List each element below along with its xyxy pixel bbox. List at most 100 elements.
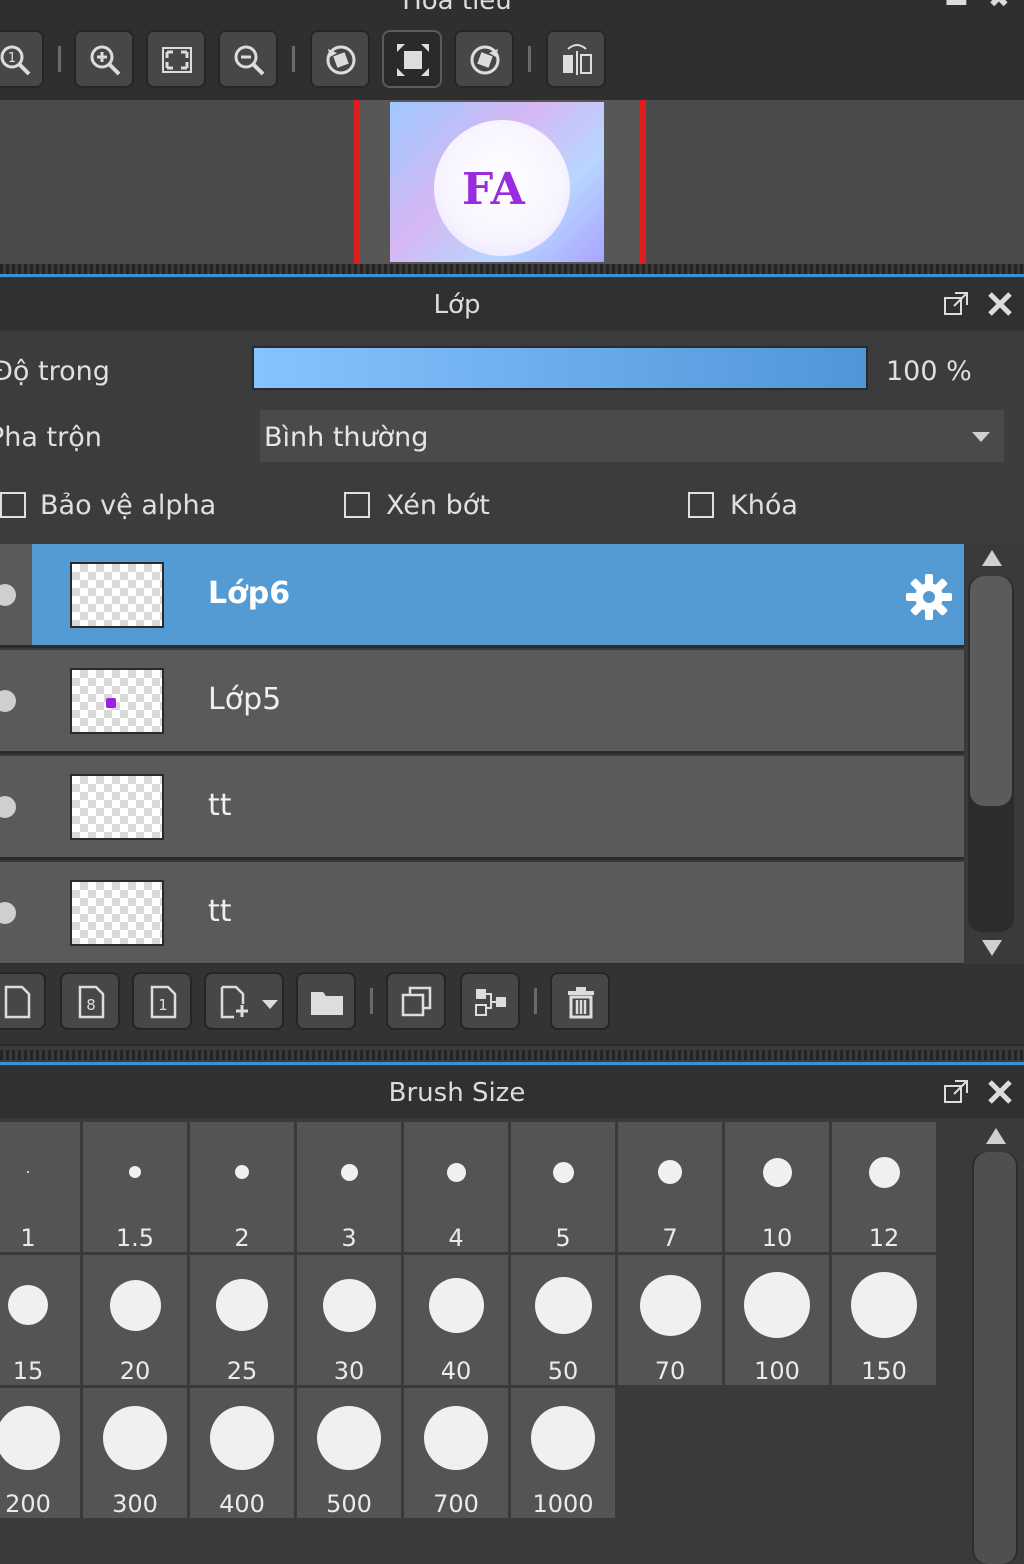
brush-size-dot	[424, 1406, 488, 1470]
visibility-icon[interactable]	[0, 690, 16, 712]
brush-size-item[interactable]: 15	[0, 1255, 80, 1385]
new-layer-button[interactable]	[0, 972, 46, 1030]
panel-splitter[interactable]	[0, 264, 1024, 274]
navigator-toolbar: 1	[0, 22, 1024, 100]
brush-size-dot	[428, 1277, 484, 1333]
brush-size-dot	[851, 1272, 917, 1338]
undock-icon[interactable]	[942, 290, 970, 318]
flip-horizontal-button[interactable]	[546, 30, 606, 88]
layer-list-scrollbar[interactable]	[964, 544, 1024, 964]
reset-view-icon	[397, 44, 429, 76]
brush-size-header: Brush Size	[0, 1066, 1024, 1118]
brush-size-item[interactable]: 300	[83, 1388, 187, 1518]
zoom-in-button[interactable]	[74, 30, 134, 88]
close-icon[interactable]	[986, 1078, 1014, 1106]
close-icon[interactable]: ✖	[988, 0, 1010, 14]
layers-panel-title: Lớp	[433, 290, 481, 320]
undock-icon[interactable]	[942, 1078, 970, 1106]
brush-size-dot	[534, 1276, 592, 1334]
brush-size-item[interactable]: 10	[725, 1122, 829, 1252]
rotate-left-button[interactable]	[310, 30, 370, 88]
brush-size-label: 10	[761, 1224, 793, 1252]
protect-alpha-checkbox[interactable]	[0, 492, 26, 518]
visibility-icon[interactable]	[0, 902, 16, 924]
brush-size-item[interactable]: 50	[511, 1255, 615, 1385]
add-layer-menu-button[interactable]	[204, 972, 284, 1030]
brush-size-title: Brush Size	[388, 1078, 526, 1108]
brush-size-item[interactable]: 30	[297, 1255, 401, 1385]
zoom-out-button[interactable]	[218, 30, 278, 88]
new-1bit-layer-button[interactable]: 1	[132, 972, 192, 1030]
brush-size-item[interactable]: 1000	[511, 1388, 615, 1518]
close-icon[interactable]	[986, 290, 1014, 318]
brush-size-item[interactable]: 1.5	[83, 1122, 187, 1252]
brush-size-label: 400	[219, 1490, 265, 1518]
opacity-slider[interactable]	[252, 346, 868, 390]
brush-size-item[interactable]: 100	[725, 1255, 829, 1385]
brush-size-label: 15	[12, 1357, 44, 1385]
add-layer-icon	[220, 985, 248, 1019]
layer-8bit-icon: 8	[78, 985, 105, 1019]
blend-mode-label: Pha trộn	[0, 422, 102, 453]
brush-size-item[interactable]: 12	[832, 1122, 936, 1252]
minimize-icon[interactable]: ▬	[944, 0, 969, 14]
lock-checkbox[interactable]	[688, 492, 714, 518]
lock-label: Khóa	[730, 490, 798, 521]
brush-size-label: 1000	[532, 1490, 594, 1518]
brush-size-label: 100	[754, 1357, 800, 1385]
blend-mode-select[interactable]: Bình thường	[258, 408, 1006, 464]
brush-size-item[interactable]: 20	[83, 1255, 187, 1385]
opacity-slider-fill	[254, 348, 866, 388]
new-folder-button[interactable]	[296, 972, 356, 1030]
brush-size-dot	[317, 1406, 381, 1470]
merge-down-button[interactable]	[460, 972, 520, 1030]
fit-screen-button[interactable]	[146, 30, 206, 88]
layer-row[interactable]: tt	[0, 862, 964, 964]
brush-size-dot	[744, 1272, 810, 1338]
layer-row[interactable]: tt	[0, 756, 964, 860]
clipping-checkbox[interactable]	[344, 492, 370, 518]
brush-size-item[interactable]: 40	[404, 1255, 508, 1385]
scroll-down-icon[interactable]	[982, 940, 1002, 956]
new-8bit-layer-button[interactable]: 8	[60, 972, 120, 1030]
visibility-icon[interactable]	[0, 796, 16, 818]
brush-size-item[interactable]: 150	[832, 1255, 936, 1385]
brush-size-dot	[103, 1406, 167, 1470]
brush-size-label: 300	[112, 1490, 158, 1518]
brush-size-item[interactable]: 400	[190, 1388, 294, 1518]
zoom-actual-button[interactable]: 1	[0, 30, 44, 88]
visibility-column	[0, 862, 32, 963]
brush-size-scrollbar[interactable]	[968, 1120, 1024, 1564]
scroll-up-icon[interactable]	[982, 550, 1002, 566]
brush-size-item[interactable]: 70	[618, 1255, 722, 1385]
brush-size-item[interactable]: 700	[404, 1388, 508, 1518]
rotate-right-icon	[470, 45, 500, 75]
brush-size-item[interactable]: 3	[297, 1122, 401, 1252]
brush-size-item[interactable]: 25	[190, 1255, 294, 1385]
brush-size-item[interactable]: 1	[0, 1122, 80, 1252]
brush-size-item[interactable]: 4	[404, 1122, 508, 1252]
brush-size-item[interactable]: 200	[0, 1388, 80, 1518]
brush-size-item[interactable]: 2	[190, 1122, 294, 1252]
gear-icon[interactable]	[904, 572, 954, 622]
panel-splitter[interactable]	[0, 1050, 1024, 1060]
brush-size-item[interactable]: 5	[511, 1122, 615, 1252]
visibility-column	[0, 756, 32, 857]
zoom-out-icon	[234, 45, 265, 76]
layer-row[interactable]: Lớp5	[0, 650, 964, 754]
layer-row[interactable]: Lớp6	[0, 544, 964, 648]
visibility-icon[interactable]	[0, 584, 16, 606]
trash-icon	[568, 987, 594, 1019]
thumbnail-mark	[106, 698, 116, 708]
duplicate-layer-button[interactable]	[386, 972, 446, 1030]
panel-accent-line	[0, 1062, 1024, 1065]
opacity-value: 100 %	[886, 356, 972, 387]
brush-size-item[interactable]: 7	[618, 1122, 722, 1252]
brush-size-item[interactable]: 500	[297, 1388, 401, 1518]
scroll-up-icon[interactable]	[986, 1128, 1006, 1144]
reset-rotation-button[interactable]	[382, 30, 442, 88]
delete-layer-button[interactable]	[550, 972, 610, 1030]
rotate-right-button[interactable]	[454, 30, 514, 88]
scroll-thumb[interactable]	[974, 1152, 1016, 1564]
scroll-thumb[interactable]	[970, 576, 1012, 806]
